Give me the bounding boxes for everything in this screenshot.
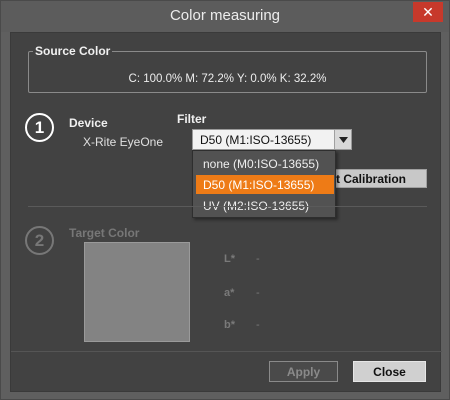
step-2-number: 2 xyxy=(34,230,45,250)
device-label: Device xyxy=(69,116,108,130)
source-color-group: Source Color C: 100.0% M: 72.2% Y: 0.0% … xyxy=(28,44,427,93)
source-color-label: Source Color xyxy=(33,44,113,58)
dialog-client-area: Source Color C: 100.0% M: 72.2% Y: 0.0% … xyxy=(10,32,442,392)
filter-select[interactable]: D50 (M1:ISO-13655) xyxy=(192,129,352,150)
close-button-label: Close xyxy=(373,364,406,379)
device-name: X-Rite EyeOne xyxy=(83,135,164,149)
filter-label: Filter xyxy=(177,112,207,126)
step-2-circle: 2 xyxy=(25,226,54,255)
target-color-swatch xyxy=(84,242,190,342)
step-1-circle: 1 xyxy=(25,113,54,142)
b-star-value: - xyxy=(256,319,260,331)
l-star-value: - xyxy=(256,253,260,265)
apply-button-label: Apply xyxy=(286,364,321,379)
b-star-label: b* xyxy=(224,319,235,331)
source-color-value: C: 100.0% M: 72.2% Y: 0.0% K: 32.2% xyxy=(128,73,327,85)
chevron-down-icon[interactable] xyxy=(334,130,351,149)
l-star-label: L* xyxy=(224,253,235,265)
section-separator xyxy=(28,206,427,207)
step-1-number: 1 xyxy=(34,117,45,137)
filter-dropdown-list[interactable]: none (M0:ISO-13655) D50 (M1:ISO-13655) U… xyxy=(192,150,336,218)
a-star-value: - xyxy=(256,287,260,299)
filter-option-none[interactable]: none (M0:ISO-13655) xyxy=(196,154,334,173)
a-star-label: a* xyxy=(224,287,235,299)
window-title: Color measuring xyxy=(169,7,281,24)
target-color-label: Target Color xyxy=(69,226,140,240)
close-button[interactable]: Close xyxy=(353,361,426,382)
start-calibration-button[interactable]: Start Calibration xyxy=(323,169,427,188)
filter-option-d50[interactable]: D50 (M1:ISO-13655) xyxy=(196,175,334,194)
close-glyph: ✕ xyxy=(422,3,434,20)
footer-divider xyxy=(11,351,442,352)
filter-select-value: D50 (M1:ISO-13655) xyxy=(200,133,312,147)
title-bar[interactable]: Color measuring ✕ xyxy=(1,1,449,32)
window-close-icon[interactable]: ✕ xyxy=(413,2,443,22)
apply-button[interactable]: Apply xyxy=(269,361,338,382)
color-measuring-window: Color measuring ✕ Source Color C: 100.0%… xyxy=(0,0,450,400)
